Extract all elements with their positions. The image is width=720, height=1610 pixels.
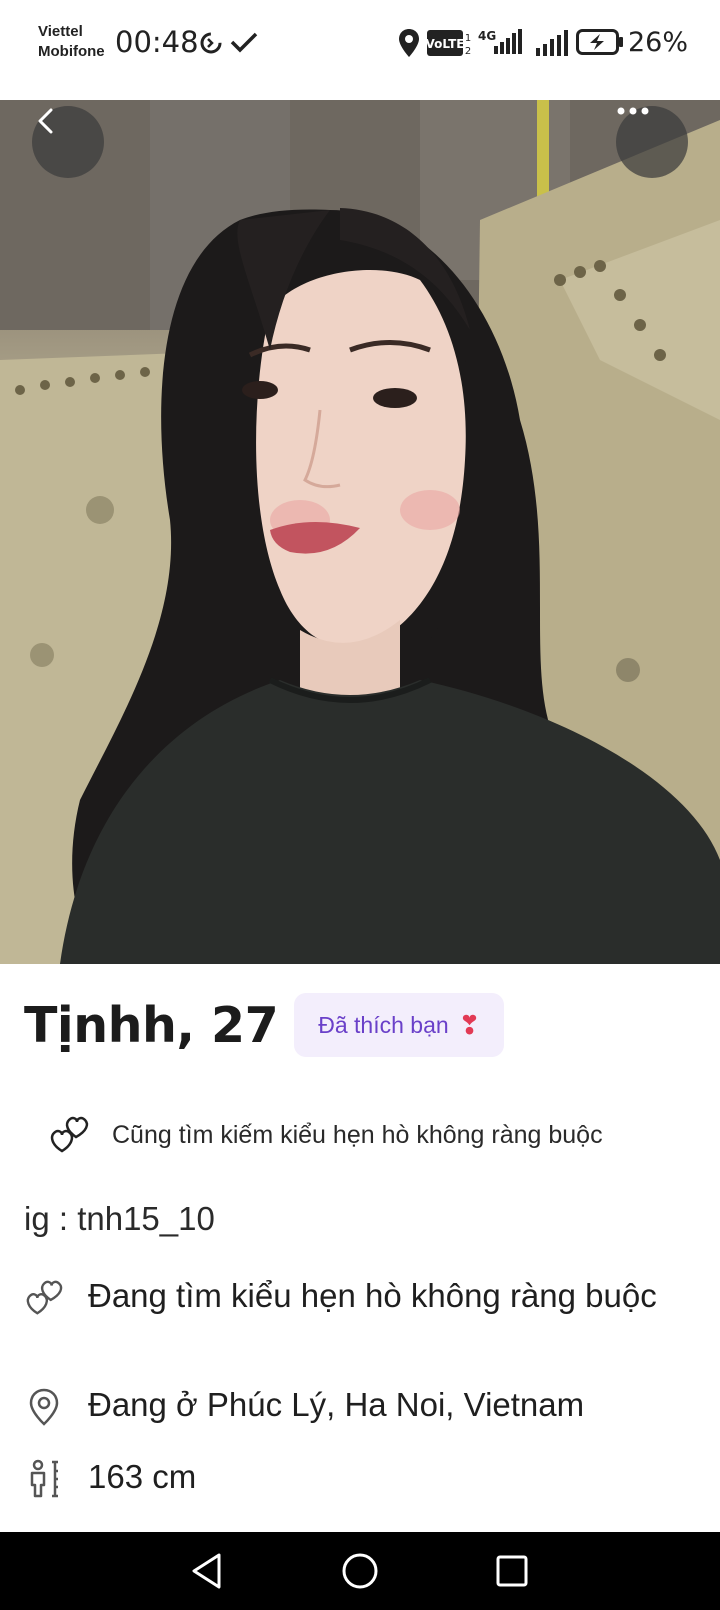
height-icon	[30, 1459, 58, 1498]
nav-back-button[interactable]	[184, 1548, 230, 1594]
shared-intent-text: Cũng tìm kiếm kiểu hẹn hò không ràng buộ…	[112, 1120, 603, 1149]
status-bar: Viettel Mobifone 00:48 VoLTE 1 2 4G 26%	[0, 0, 720, 100]
home-circle-icon	[342, 1553, 378, 1589]
4g-signal-icon: 4G	[478, 29, 522, 54]
carrier-label: Viettel Mobifone	[38, 22, 105, 62]
signal-icon	[536, 30, 568, 56]
profile-bio: ig : tnh15_10	[24, 1200, 215, 1237]
sync-icon	[200, 32, 222, 54]
battery-percentage: 26%	[628, 27, 689, 58]
status-clock: 00:48	[115, 25, 199, 59]
shared-intent-row: Cũng tìm kiếm kiểu hẹn hò không ràng buộ…	[48, 1110, 696, 1160]
hearts-icon	[50, 1116, 89, 1153]
profile-photo-illustration	[0, 100, 720, 964]
detail-location: Đang ở Phúc Lý, Ha Noi, Vietnam	[24, 1385, 680, 1427]
hearts-icon	[26, 1280, 63, 1315]
battery-charging-icon	[576, 29, 623, 55]
check-icon	[230, 32, 258, 53]
svg-text:4G: 4G	[478, 29, 496, 43]
volte-icon: VoLTE 1 2	[427, 30, 471, 56]
detail-relationship-intent: Đang tìm kiểu hẹn hò không ràng buộc	[24, 1276, 680, 1318]
profile-name-age: Tịnhh, 27	[24, 996, 279, 1054]
chevron-left-icon	[38, 108, 53, 134]
location-icon	[399, 29, 419, 57]
profile-photo[interactable]	[0, 100, 720, 964]
liked-you-label: Đã thích bạn	[318, 1011, 449, 1038]
carrier-line-2: Mobifone	[38, 43, 105, 60]
detail-location-text: Đang ở Phúc Lý, Ha Noi, Vietnam	[88, 1386, 585, 1423]
svg-text:VoLTE: VoLTE	[427, 37, 464, 51]
more-horizontal-icon	[617, 107, 649, 115]
carrier-line-1: Viettel	[38, 23, 83, 40]
profile-header-row: Tịnhh, 27 Đã thích bạn ❣	[24, 990, 696, 1060]
heart-exclamation-icon: ❣	[458, 1009, 481, 1040]
more-options-button[interactable]	[616, 106, 688, 178]
svg-text:1: 1	[465, 33, 471, 44]
detail-height-text: 163 cm	[88, 1458, 197, 1495]
svg-text:2: 2	[465, 46, 471, 56]
location-pin-icon	[29, 1388, 59, 1426]
recents-square-icon	[496, 1555, 528, 1587]
liked-you-badge: Đã thích bạn ❣	[294, 993, 505, 1057]
back-triangle-icon	[192, 1553, 221, 1589]
back-button[interactable]	[32, 106, 104, 178]
nav-home-button[interactable]	[337, 1548, 383, 1594]
nav-recents-button[interactable]	[489, 1548, 535, 1594]
detail-height: 163 cm	[24, 1457, 680, 1499]
detail-relationship-intent-text: Đang tìm kiểu hẹn hò không ràng buộc	[88, 1277, 657, 1314]
system-navigation-bar	[0, 1532, 720, 1610]
